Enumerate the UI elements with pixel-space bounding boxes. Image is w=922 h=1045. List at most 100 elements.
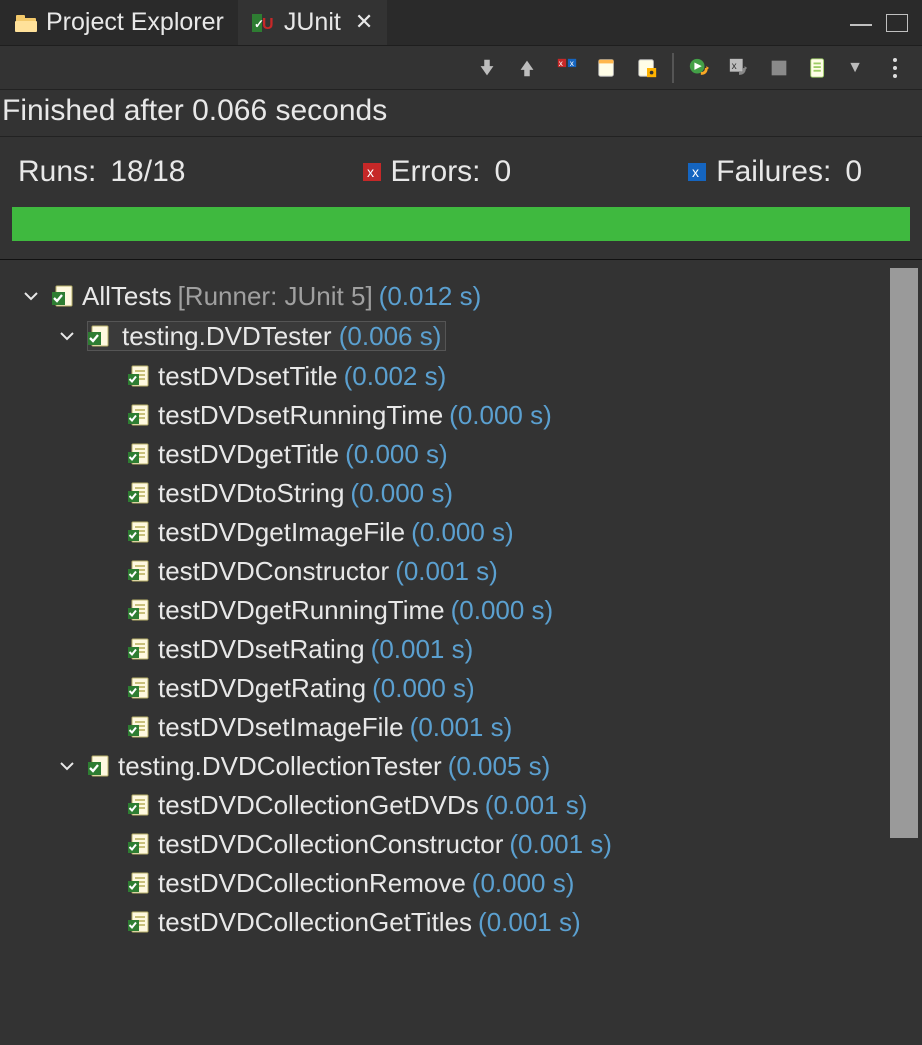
node-time: (0.001 s) bbox=[509, 831, 612, 857]
test-tree: AllTests [Runner: JUnit 5] (0.012 s)test… bbox=[0, 260, 922, 1031]
scrollbar-thumb[interactable] bbox=[890, 268, 918, 838]
tree-test-row[interactable]: testDVDgetTitle (0.000 s) bbox=[2, 434, 922, 473]
node-time: (0.000 s) bbox=[449, 402, 552, 428]
tree-test-row[interactable]: testDVDgetImageFile (0.000 s) bbox=[2, 512, 922, 551]
test-pass-icon bbox=[128, 559, 152, 583]
tree-test-row[interactable]: testDVDCollectionRemove (0.000 s) bbox=[2, 863, 922, 902]
node-name: AllTests bbox=[82, 283, 172, 309]
svg-text:x: x bbox=[692, 164, 699, 180]
tree-test-row[interactable]: testDVDgetRating (0.000 s) bbox=[2, 668, 922, 707]
svg-text:x: x bbox=[367, 164, 374, 180]
node-name: testDVDConstructor bbox=[158, 558, 389, 584]
node-time: (0.001 s) bbox=[410, 714, 513, 740]
test-pass-icon bbox=[128, 871, 152, 895]
progress-wrap bbox=[0, 197, 922, 260]
tab-project-explorer[interactable]: Project Explorer bbox=[0, 0, 238, 45]
tree-test-row[interactable]: testDVDCollectionGetDVDs (0.001 s) bbox=[2, 785, 922, 824]
prev-failure-button[interactable] bbox=[512, 53, 542, 83]
toolbar-separator bbox=[672, 53, 674, 83]
node-time: (0.005 s) bbox=[448, 753, 551, 779]
tree-test-row[interactable]: testDVDtoString (0.000 s) bbox=[2, 473, 922, 512]
view-menu-button[interactable]: ▼ bbox=[840, 53, 870, 83]
node-name: testDVDgetImageFile bbox=[158, 519, 405, 545]
node-time: (0.001 s) bbox=[478, 909, 581, 935]
window-controls bbox=[850, 14, 922, 32]
test-pass-icon bbox=[128, 442, 152, 466]
runs-value: 18/18 bbox=[110, 155, 185, 189]
test-pass-icon bbox=[128, 676, 152, 700]
rerun-button[interactable] bbox=[684, 53, 714, 83]
node-time: (0.000 s) bbox=[472, 870, 575, 896]
show-failures-only-button[interactable]: x x bbox=[552, 53, 582, 83]
tree-test-row[interactable]: testDVDsetRunningTime (0.000 s) bbox=[2, 395, 922, 434]
folder-icon bbox=[14, 11, 38, 35]
chevron-down-icon[interactable] bbox=[16, 287, 46, 305]
kebab-menu-button[interactable] bbox=[880, 53, 910, 83]
next-failure-button[interactable] bbox=[472, 53, 502, 83]
node-name: testDVDgetRunningTime bbox=[158, 597, 445, 623]
pin-button[interactable] bbox=[632, 53, 662, 83]
errors-counter: x Errors: 0 bbox=[363, 155, 512, 189]
node-name: testDVDsetImageFile bbox=[158, 714, 404, 740]
tree-test-row[interactable]: testDVDsetRating (0.001 s) bbox=[2, 629, 922, 668]
runs-label: Runs: bbox=[18, 155, 96, 189]
node-time: (0.001 s) bbox=[371, 636, 474, 662]
tree-test-row[interactable]: testDVDsetImageFile (0.001 s) bbox=[2, 707, 922, 746]
tree-test-row[interactable]: testDVDCollectionConstructor (0.001 s) bbox=[2, 824, 922, 863]
tab-label: Project Explorer bbox=[46, 8, 224, 37]
test-pass-icon bbox=[128, 832, 152, 856]
tree-suite-row[interactable]: testing.DVDCollectionTester (0.005 s) bbox=[2, 746, 922, 785]
stop-button[interactable] bbox=[764, 53, 794, 83]
node-time: (0.000 s) bbox=[411, 519, 514, 545]
node-name: testDVDCollectionConstructor bbox=[158, 831, 503, 857]
svg-text:x: x bbox=[732, 60, 737, 71]
node-time: (0.006 s) bbox=[339, 321, 442, 351]
errors-value: 0 bbox=[495, 155, 512, 189]
node-name: testDVDsetRunningTime bbox=[158, 402, 443, 428]
history-button[interactable] bbox=[804, 53, 834, 83]
tree-test-row[interactable]: testDVDgetRunningTime (0.000 s) bbox=[2, 590, 922, 629]
tab-junit[interactable]: ✓ U JUnit ✕ bbox=[238, 0, 387, 45]
node-time: (0.000 s) bbox=[345, 441, 448, 467]
chevron-down-icon[interactable] bbox=[52, 757, 82, 775]
node-time: (0.000 s) bbox=[372, 675, 475, 701]
node-name: testDVDsetTitle bbox=[158, 363, 338, 389]
results-summary: Runs: 18/18 x Errors: 0 x Failures: 0 bbox=[0, 137, 922, 197]
test-pass-icon bbox=[128, 910, 152, 934]
tree-test-row[interactable]: testDVDConstructor (0.001 s) bbox=[2, 551, 922, 590]
minimize-view-button[interactable] bbox=[850, 24, 872, 26]
tree-suite-row[interactable]: AllTests [Runner: JUnit 5] (0.012 s) bbox=[2, 276, 922, 315]
failures-value: 0 bbox=[845, 155, 862, 189]
tree-test-row[interactable]: testDVDsetTitle (0.002 s) bbox=[2, 356, 922, 395]
node-name: testDVDCollectionGetTitles bbox=[158, 909, 472, 935]
junit-icon: ✓ U bbox=[252, 11, 276, 35]
node-meta: [Runner: JUnit 5] bbox=[178, 283, 373, 309]
test-suite-icon bbox=[88, 754, 112, 778]
errors-label: Errors: bbox=[391, 155, 481, 189]
node-time: (0.012 s) bbox=[379, 283, 482, 309]
test-pass-icon bbox=[128, 520, 152, 544]
failure-icon: x bbox=[688, 163, 706, 181]
svg-text:U: U bbox=[262, 16, 274, 33]
node-name: testDVDCollectionRemove bbox=[158, 870, 466, 896]
test-pass-icon bbox=[128, 598, 152, 622]
tree-test-row[interactable]: testDVDCollectionGetTitles (0.001 s) bbox=[2, 902, 922, 941]
test-pass-icon bbox=[128, 793, 152, 817]
test-suite-icon bbox=[52, 284, 76, 308]
chevron-down-icon[interactable] bbox=[52, 327, 82, 345]
scroll-lock-button[interactable] bbox=[592, 53, 622, 83]
rerun-failed-button[interactable]: x bbox=[724, 53, 754, 83]
status-line: Finished after 0.066 seconds bbox=[0, 90, 922, 137]
test-pass-icon bbox=[128, 403, 152, 427]
maximize-view-button[interactable] bbox=[886, 14, 908, 32]
tree-suite-row[interactable]: testing.DVDTester (0.006 s) bbox=[2, 315, 922, 356]
junit-toolbar: x x x ▼ bbox=[0, 46, 922, 90]
error-icon: x bbox=[363, 163, 381, 181]
node-name: testing.DVDTester bbox=[122, 321, 332, 351]
node-name: testing.DVDCollectionTester bbox=[118, 753, 442, 779]
node-time: (0.001 s) bbox=[485, 792, 588, 818]
node-time: (0.002 s) bbox=[344, 363, 447, 389]
close-tab-icon[interactable]: ✕ bbox=[355, 9, 373, 35]
runs-counter: Runs: 18/18 bbox=[18, 155, 185, 189]
test-suite-icon bbox=[88, 324, 112, 348]
